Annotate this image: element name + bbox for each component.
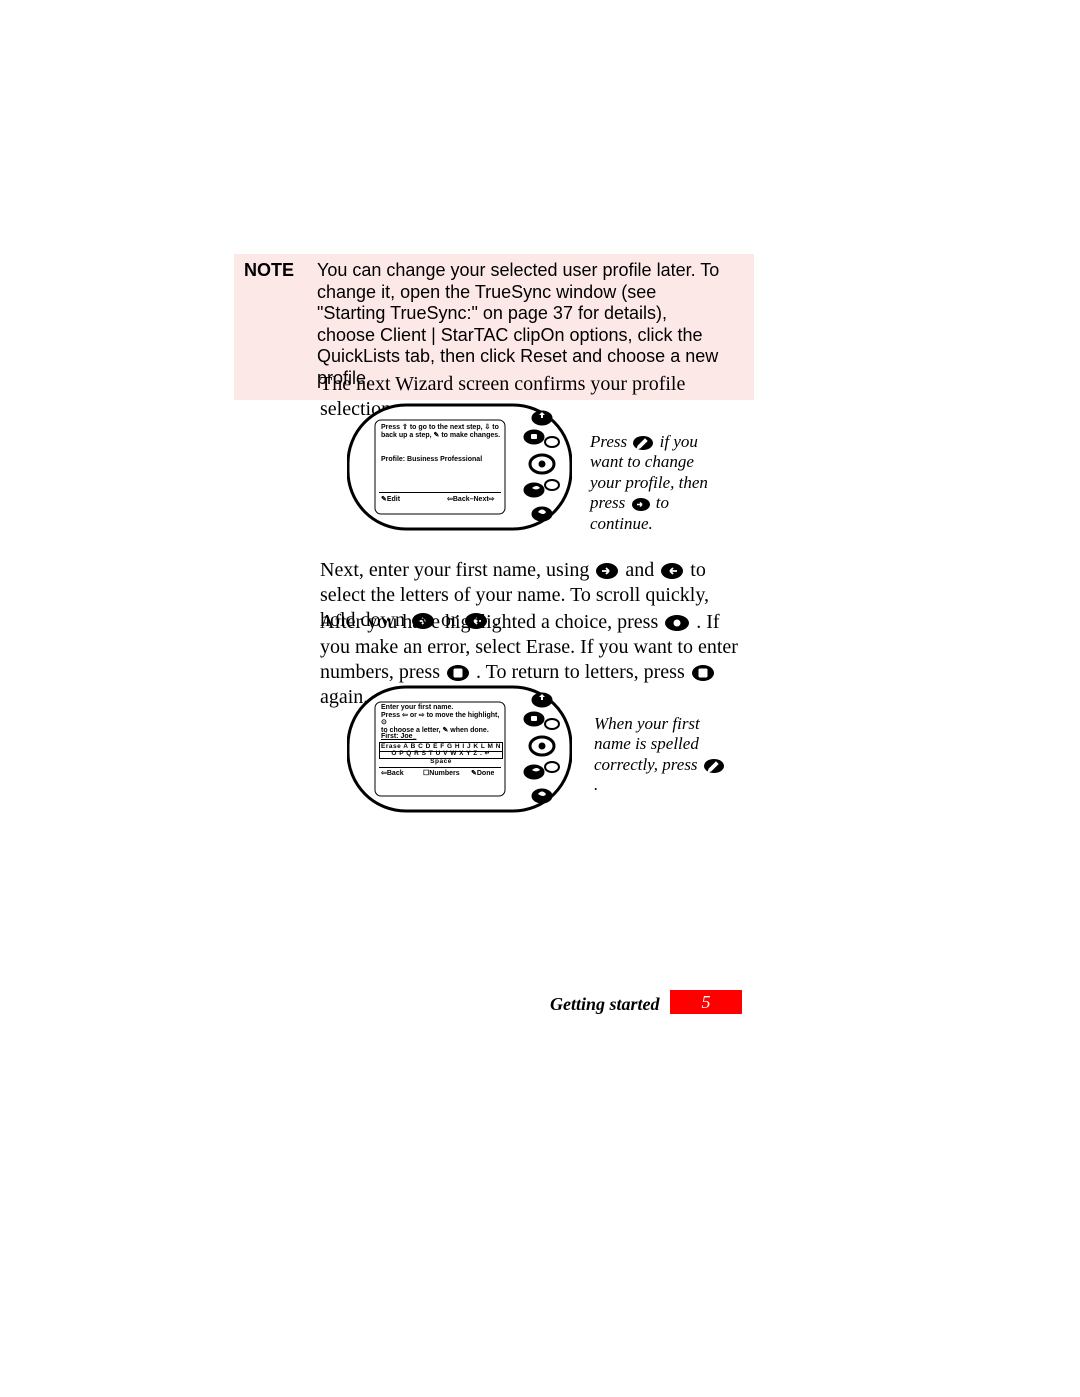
caption-2: When your first name is spelled correctl… <box>594 714 729 796</box>
edit-icon <box>704 759 724 773</box>
dev2-first: First: Joe_ <box>381 733 416 741</box>
footer-section-title: Getting started <box>550 994 660 1015</box>
dev2-l1: Enter your first name. <box>381 704 453 711</box>
right-arrow-icon <box>632 498 650 511</box>
page: NOTE You can change your selected user p… <box>0 0 1080 1397</box>
caption-1: Press if you want to change your profile… <box>590 432 720 534</box>
note-body: You can change your selected user profil… <box>317 260 727 390</box>
dev1-line2: back up a step, ✎ to make changes. <box>381 432 500 439</box>
dev1-edit: ✎Edit <box>381 496 400 504</box>
menu-icon <box>447 665 469 681</box>
dev2-done: ✎Done <box>471 770 494 778</box>
note-label: NOTE <box>244 260 312 282</box>
dev2-numbers: ☐Numbers <box>423 770 460 778</box>
left-arrow-icon <box>661 563 683 579</box>
device-figure-1: Press ⇧ to go to the next step, ⇩ to bac… <box>347 402 572 532</box>
menu-icon <box>692 665 714 681</box>
dev1-profile: Profile: Business Professional <box>381 456 482 464</box>
right-arrow-icon <box>596 563 618 579</box>
select-icon <box>665 615 689 631</box>
edit-icon <box>633 436 653 450</box>
dev2-l2: Press ⇦ or ⇨ to move the highlight, ⊙ <box>381 712 499 727</box>
footer-page-number: 5 <box>670 990 742 1014</box>
dev1-line1: Press ⇧ to go to the next step, ⇩ to <box>381 424 499 431</box>
dev1-backnext: ⇦Back–Next⇨ <box>447 496 495 504</box>
device-figure-2: Enter your first name. Press ⇦ or ⇨ to m… <box>347 684 572 814</box>
dev2-row2: O P Q R S T U V W X Y Z . ↵ Space <box>379 750 503 759</box>
dev2-back: ⇦Back <box>381 770 404 778</box>
